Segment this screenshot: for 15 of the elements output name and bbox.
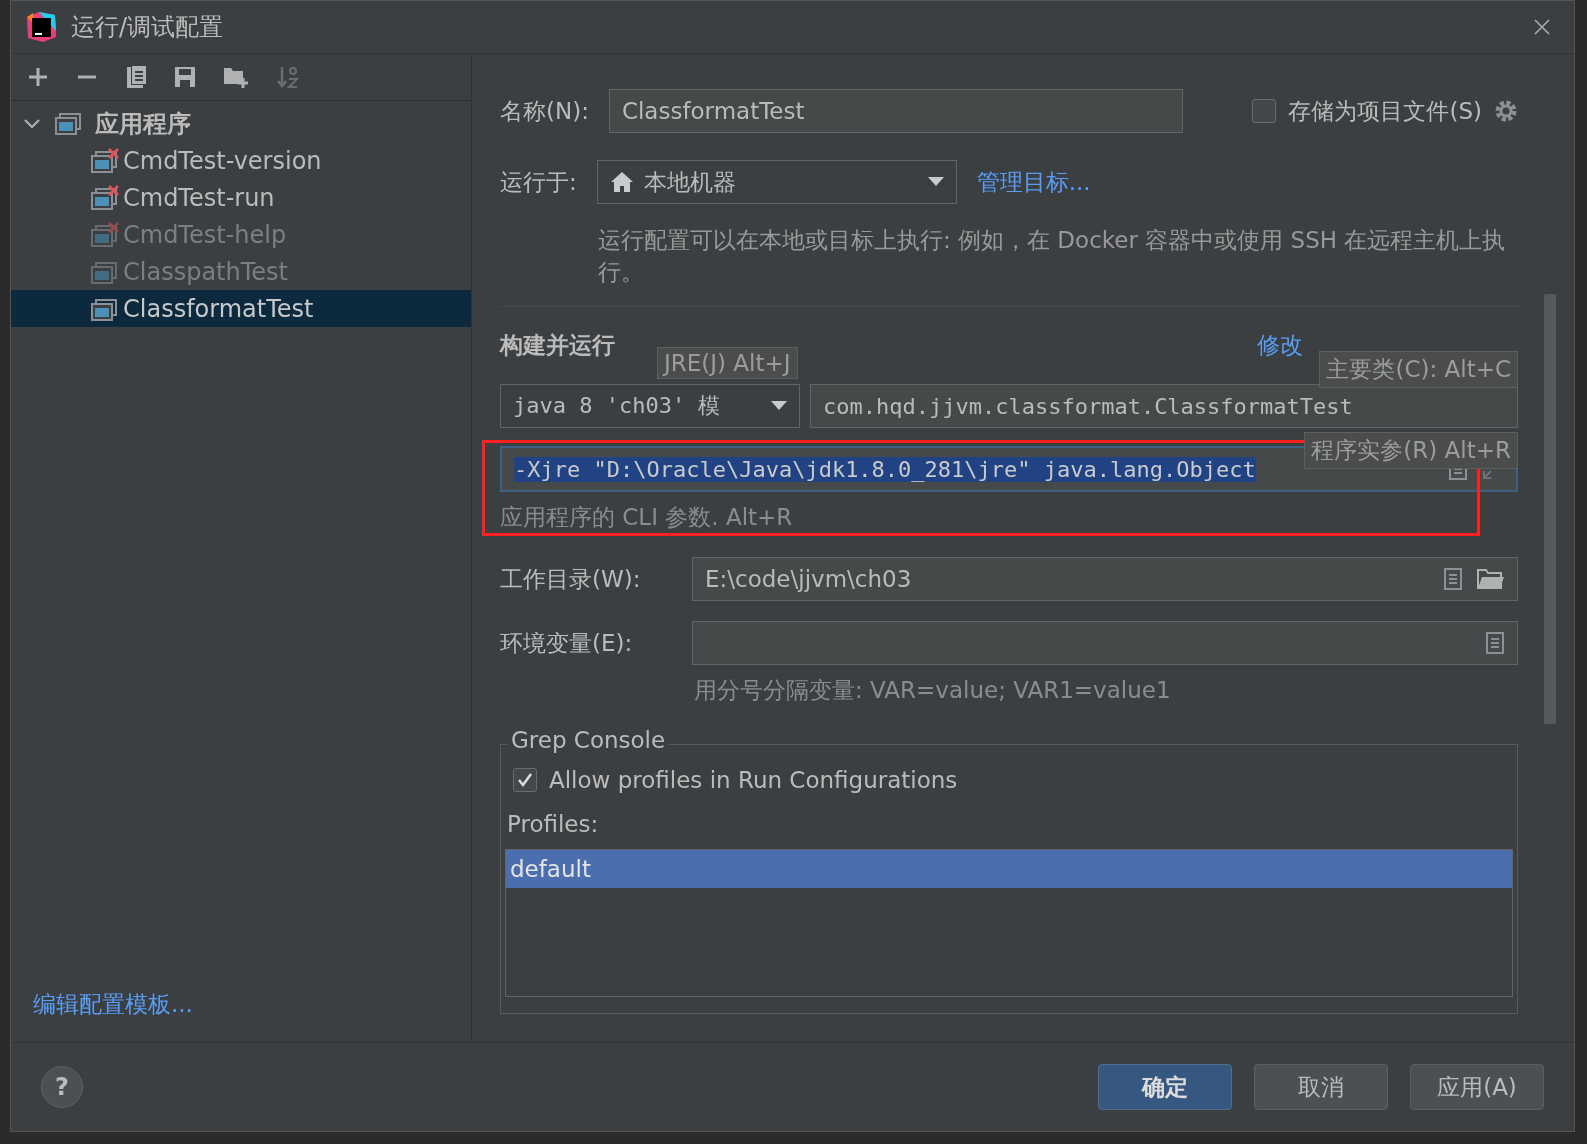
name-label: 名称(N): xyxy=(500,96,589,126)
checkbox-label: 存储为项目文件(S) xyxy=(1288,96,1482,126)
environment-hint: 用分号分隔变量: VAR=value; VAR1=value1 xyxy=(694,676,1172,705)
tooltip: JRE(J) Alt+J xyxy=(657,347,798,379)
run-on-label: 运行于: xyxy=(500,167,577,197)
checkbox-label: Allow profiles in Run Configurations xyxy=(549,767,958,793)
group-title: Grep Console xyxy=(507,727,670,753)
window-title: 运行/调试配置 xyxy=(71,12,225,43)
arguments-hint: 应用程序的 CLI 参数. Alt+R xyxy=(500,503,794,532)
profiles-label: Profiles: xyxy=(506,811,600,837)
run-on-hint: 运行配置可以在本地或目标上执行: 例如，在 Docker 容器中或使用 SSH 在远程主机上执行。 xyxy=(598,226,1507,287)
tooltip: 主要类(C): Alt+C xyxy=(1319,351,1518,388)
environment-variables-label: 环境变量(E): xyxy=(500,628,634,658)
section-title: 构建并运行 xyxy=(500,330,615,360)
working-directory-label: 工作目录(W): xyxy=(500,564,642,594)
